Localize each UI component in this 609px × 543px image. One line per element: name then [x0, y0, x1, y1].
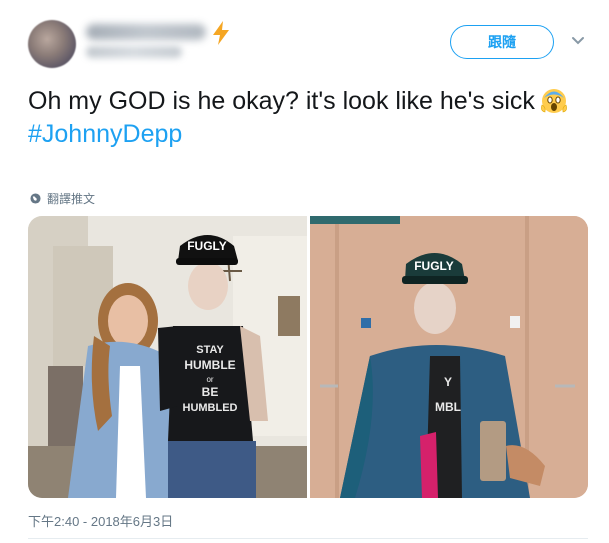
- shirt-line-2: HUMBLE: [184, 358, 235, 372]
- tweet-header: 跟隨: [28, 18, 588, 78]
- follow-button[interactable]: 跟隨: [450, 25, 554, 59]
- avatar[interactable]: [28, 20, 76, 68]
- hashtag-link[interactable]: #JohnnyDepp: [28, 118, 588, 151]
- shirt-line-5: HUMBLED: [183, 402, 238, 414]
- shirt-line-1: STAY: [196, 344, 224, 356]
- translate-label: 翻譯推文: [47, 191, 96, 206]
- tweet-media[interactable]: FUGLY STAY HUMBLE or BE HUMBLED FUGLY Y …: [28, 216, 588, 498]
- globe-icon: [30, 192, 41, 204]
- shirt-line-right-2: MBL: [435, 400, 461, 414]
- photo-left[interactable]: FUGLY STAY HUMBLE or BE HUMBLED: [28, 216, 307, 498]
- tweet-timestamp[interactable]: 下午2:40 - 2018年6月3日: [28, 511, 173, 530]
- display-name-blurred[interactable]: [86, 24, 206, 40]
- screaming-face-emoji-icon: [541, 89, 567, 113]
- tweet-body: Oh my GOD is he okay? it's look like he'…: [28, 87, 535, 115]
- divider: [28, 538, 588, 539]
- shirt-line-4: BE: [202, 385, 219, 399]
- translate-tweet-link[interactable]: 翻譯推文: [30, 190, 95, 206]
- lightning-bolt-icon: [213, 21, 229, 45]
- cap-text-right: FUGLY: [414, 259, 454, 273]
- photo-right[interactable]: FUGLY Y MBL: [310, 216, 588, 498]
- chevron-down-icon[interactable]: [571, 36, 585, 46]
- tweet-text: Oh my GOD is he okay? it's look like he'…: [28, 85, 588, 151]
- username-blurred[interactable]: [86, 46, 182, 58]
- shirt-line-right-1: Y: [444, 375, 452, 389]
- cap-text-left: FUGLY: [187, 239, 227, 253]
- shirt-line-3: or: [206, 375, 213, 384]
